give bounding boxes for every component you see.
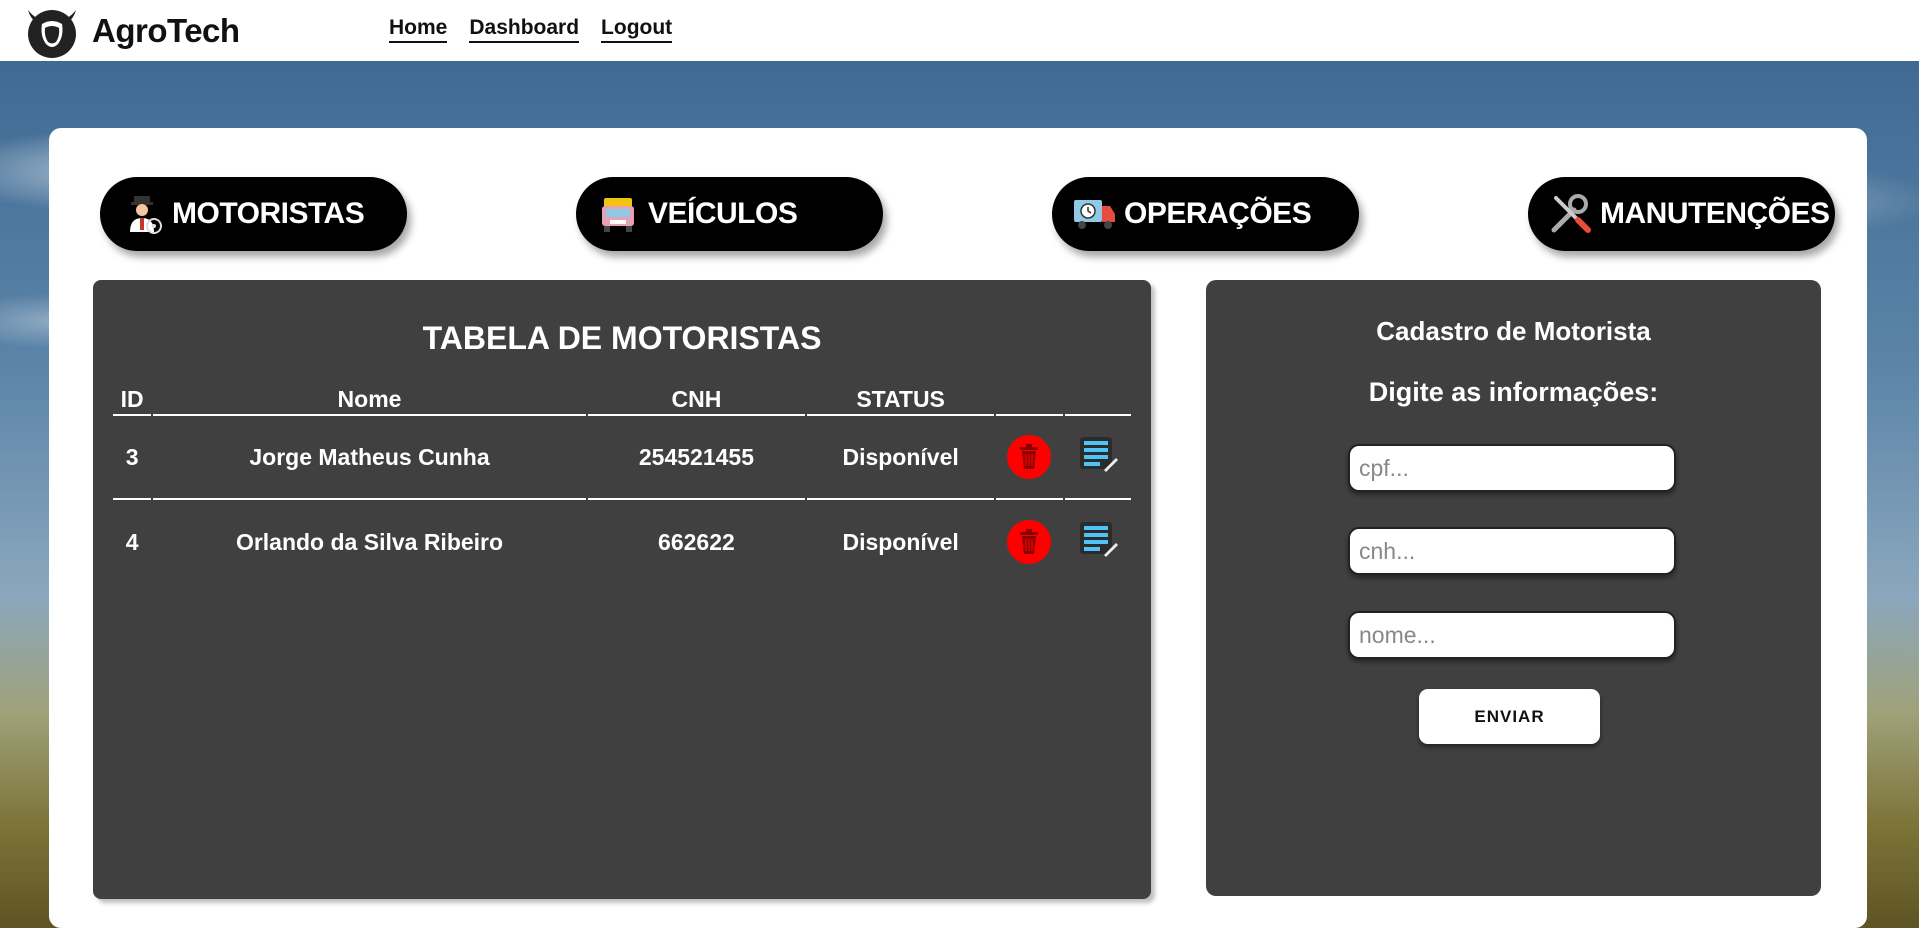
column-header-id: ID [113,380,152,416]
cell-edit [1064,416,1131,500]
column-header-status: STATUS [807,380,995,416]
tab-motoristas[interactable]: MOTORISTAS [100,177,407,251]
edit-list-icon[interactable] [1078,434,1118,474]
driver-form-panel: Cadastro de Motorista Digite as informaç… [1206,280,1821,896]
drivers-table-panel: TABELA DE MOTORISTAS ID Nome CNH STATUS … [93,280,1151,899]
delete-button[interactable] [1007,520,1052,564]
cpf-input[interactable] [1348,444,1676,492]
table-row: 4 Orlando da Silva Ribeiro 662622 Dispon… [113,500,1131,584]
truck-icon [602,198,634,232]
cell-cnh: 254521455 [587,416,806,500]
table-row: 3 Jorge Matheus Cunha 254521455 Disponív… [113,416,1131,500]
cell-delete [996,500,1062,584]
column-header-nome: Nome [153,380,586,416]
edit-list-icon[interactable] [1078,519,1118,559]
tab-label: MANUTENÇÕES [1600,197,1830,230]
column-header-cnh: CNH [587,380,806,416]
cell-nome: Orlando da Silva Ribeiro [235,528,504,555]
nav-home-link[interactable]: Home [389,16,448,43]
brand-logo[interactable]: AgroTech [22,0,240,61]
nav-dashboard-link[interactable]: Dashboard [469,16,580,43]
driver-icon [130,196,162,234]
form-subtitle: Digite as informações: [1368,377,1659,407]
cell-status: Disponível [807,416,995,500]
form-title: Cadastro de Motorista [1376,316,1651,346]
delivery-truck-icon [1074,200,1115,229]
brand-name: AgroTech [92,11,240,49]
tab-manutencoes[interactable]: MANUTENÇÕES [1528,177,1835,251]
cell-status: Disponível [842,528,959,555]
main-nav: Home Dashboard Logout [389,16,673,43]
tab-veiculos[interactable]: VEÍCULOS [576,177,883,251]
table-header-row: ID Nome CNH STATUS [113,380,1131,416]
trash-icon [1020,444,1039,469]
table-title: TABELA DE MOTORISTAS [422,320,822,356]
tools-icon [1551,194,1591,233]
cell-edit [1065,500,1131,584]
trash-icon [1020,529,1039,554]
tab-label: MOTORISTAS [172,197,365,230]
tab-operacoes[interactable]: OPERAÇÕES [1052,177,1359,251]
tab-label: VEÍCULOS [648,197,798,230]
nome-input[interactable] [1348,611,1676,659]
cell-nome: Jorge Matheus Cunha [153,416,586,500]
column-header-delete [996,380,1063,416]
bull-logo-icon [28,9,76,58]
tab-label: OPERAÇÕES [1124,197,1312,230]
drivers-table: ID Nome CNH STATUS 3 Jorge Matheus Cunha… [111,380,1133,584]
top-header: AgroTech Home Dashboard Logout [0,0,1919,61]
nav-logout-link[interactable]: Logout [601,16,673,43]
cell-id: 4 [125,528,139,555]
cell-cnh: 662622 [658,528,735,555]
column-header-edit [1064,380,1131,416]
submit-button[interactable]: ENVIAR [1419,689,1600,744]
delete-button[interactable] [1007,435,1052,479]
cell-delete [996,416,1063,500]
cell-id: 3 [113,416,152,500]
cnh-input[interactable] [1348,527,1676,575]
